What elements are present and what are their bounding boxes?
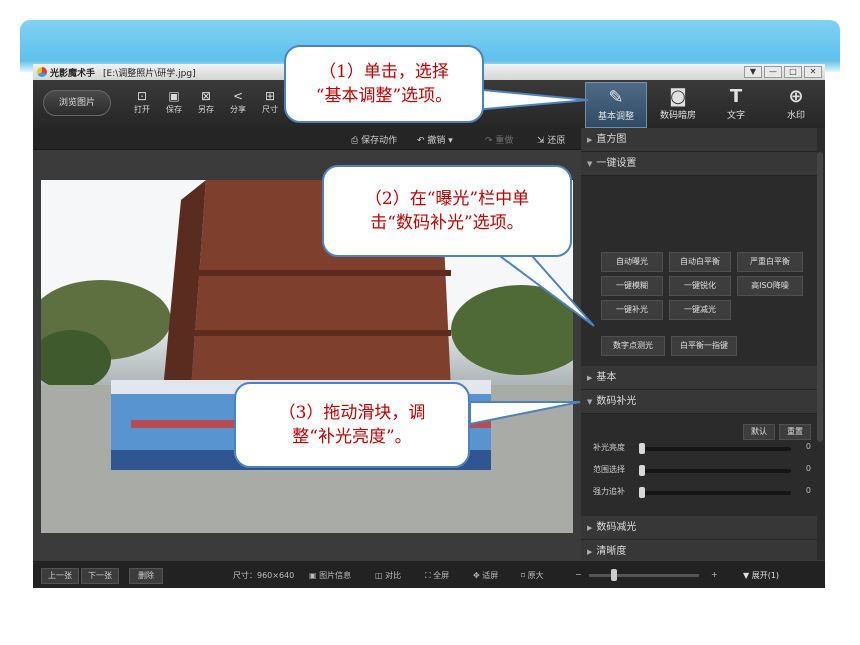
fill-brightness-slider-handle[interactable] xyxy=(639,443,645,454)
tab-watermark[interactable]: ⊕ 水印 xyxy=(765,82,825,128)
minimize-button[interactable]: — xyxy=(764,66,782,78)
white-balance-picker-button[interactable]: 白平衡一指键 xyxy=(671,336,737,356)
info-icon: ▣ xyxy=(309,571,320,580)
close-button[interactable]: ✕ xyxy=(804,66,822,78)
spot-metering-button[interactable]: 数字点测光 xyxy=(601,336,665,356)
photo-editor-window: 光影魔术手 [E:\调整照片\研学.jpg] ▼ — □ ✕ 浏览图片 ⊡ 打开… xyxy=(33,64,825,588)
compare-button[interactable]: ◫ 对比 xyxy=(375,570,401,581)
fill-brightness-track[interactable] xyxy=(639,447,791,451)
section-digital-reduce-light[interactable]: ▶ 数码减光 xyxy=(581,516,817,540)
maximize-button[interactable]: □ xyxy=(784,66,802,78)
one-click-fill-light-button[interactable]: 一键补光 xyxy=(601,300,663,320)
next-image-button[interactable]: 下一张 xyxy=(81,568,119,584)
expand-button[interactable]: ▼ 展开(1) xyxy=(743,570,779,581)
fit-screen-button[interactable]: ✥ 适屏 xyxy=(473,570,498,581)
save-button[interactable]: ▣ 保存 xyxy=(159,88,189,124)
chevron-right-icon: ▶ xyxy=(587,374,593,382)
fullscreen-button[interactable]: ⛶ 全屏 xyxy=(425,570,449,581)
reset-button[interactable]: 重置 xyxy=(779,424,811,440)
default-button[interactable]: 默认 xyxy=(743,424,775,440)
section-histogram[interactable]: ▶ 直方图 xyxy=(581,128,817,152)
undo-button[interactable]: ↶ 撤销 ▾ xyxy=(417,133,453,146)
menu-dropdown-button[interactable]: ▼ xyxy=(744,66,762,78)
callout-step-3: （3）拖动滑块，调 整“补光亮度”。 xyxy=(234,382,470,468)
undo-icon: ↶ xyxy=(417,136,428,146)
delete-button[interactable]: 删除 xyxy=(129,568,163,584)
one-click-blur-button[interactable]: 一键模糊 xyxy=(601,276,663,296)
chevron-down-icon: ▾ xyxy=(445,136,453,146)
chevron-down-icon: ▼ xyxy=(587,160,593,168)
one-click-reduce-light-button[interactable]: 一键减光 xyxy=(669,300,731,320)
section-one-click[interactable]: ▼ 一键设置 xyxy=(581,152,817,176)
redo-icon: ↷ xyxy=(485,136,496,146)
edit-icon: ✎ xyxy=(608,87,624,108)
original-size-button[interactable]: ⌑ 原大 xyxy=(521,570,544,581)
auto-exposure-button[interactable]: 自动曝光 xyxy=(601,252,663,272)
tab-digital-darkroom[interactable]: ◙ 数码暗房 xyxy=(647,82,709,128)
text-icon: T xyxy=(729,86,743,107)
status-bar: 上一张 下一张 删除 尺寸：960×640 ▣ 图片信息 ◫ 对比 ⛶ 全屏 ✥… xyxy=(33,560,825,588)
open-button[interactable]: ⊡ 打开 xyxy=(127,88,157,124)
tab-basic-adjust[interactable]: ✎ 基本调整 xyxy=(585,82,647,128)
restore-button[interactable]: ⇲ 还原 xyxy=(537,133,565,146)
callout-step-2: （2）在“曝光”栏中单 击“数码补光”选项。 xyxy=(322,165,572,257)
open-icon: ⊡ xyxy=(136,89,148,103)
resize-button[interactable]: ⊞ 尺寸 xyxy=(255,88,285,124)
range-select-slider-handle[interactable] xyxy=(639,465,645,476)
fill-brightness-slider-row: 补光亮度 0 xyxy=(593,442,811,454)
adjust-panel: ▶ 直方图 ▼ 一键设置 自动曝光 自动白平衡 严重白平衡 一键模糊 一键锐化 高I… xyxy=(581,128,825,564)
strong-fill-slider-handle[interactable] xyxy=(639,487,645,498)
save-action-button[interactable]: ⎙ 保存动作 xyxy=(351,133,397,146)
window-controls: ▼ — □ ✕ xyxy=(744,66,822,78)
chevron-right-icon: ▶ xyxy=(587,548,593,556)
callout-step-1: （1）单击，选择 “基本调整”选项。 xyxy=(284,45,484,123)
zoom-in-button[interactable]: + xyxy=(711,570,718,579)
image-size: 尺寸：960×640 xyxy=(233,571,295,580)
share-icon: < xyxy=(232,89,244,103)
high-iso-denoise-button[interactable]: 高ISO降噪 xyxy=(737,276,803,296)
save-as-icon: ⊠ xyxy=(200,89,212,103)
camera-icon: ◙ xyxy=(669,86,687,107)
save-action-icon: ⎙ xyxy=(351,136,362,146)
section-basic[interactable]: ▶ 基本 xyxy=(581,366,817,390)
file-path: [E:\调整照片\研学.jpg] xyxy=(103,68,196,79)
redo-button[interactable]: ↷ 重做 xyxy=(485,133,513,146)
chevron-right-icon: ▶ xyxy=(587,524,593,532)
save-icon: ▣ xyxy=(168,89,180,103)
previous-image-button[interactable]: 上一张 xyxy=(41,568,79,584)
auto-white-balance-button[interactable]: 自动白平衡 xyxy=(669,252,731,272)
strong-white-balance-button[interactable]: 严重白平衡 xyxy=(737,252,803,272)
panel-scrollbar[interactable] xyxy=(817,152,823,442)
range-select-track[interactable] xyxy=(639,469,791,473)
watermark-icon: ⊕ xyxy=(788,86,804,107)
restore-icon: ⇲ xyxy=(537,136,548,146)
app-name: 光影魔术手 xyxy=(50,68,96,79)
chevron-down-icon: ▼ xyxy=(587,398,593,406)
compare-icon: ◫ xyxy=(375,571,386,580)
fullscreen-icon: ⛶ xyxy=(425,571,434,580)
browse-images-button[interactable]: 浏览图片 xyxy=(43,90,111,116)
strong-fill-slider-row: 强力追补 0 xyxy=(593,486,811,498)
zoom-slider-track[interactable] xyxy=(589,574,699,577)
resize-icon: ⊞ xyxy=(264,89,276,103)
save-as-button[interactable]: ⊠ 另存 xyxy=(191,88,221,124)
zoom-out-button[interactable]: − xyxy=(575,570,582,579)
image-info-button[interactable]: ▣ 图片信息 xyxy=(309,570,351,581)
original-size-icon: ⌑ xyxy=(521,571,528,580)
zoom-slider-handle[interactable] xyxy=(611,569,617,581)
strong-fill-track[interactable] xyxy=(639,491,791,495)
action-bar: ⎙ 保存动作 ↶ 撤销 ▾ ↷ 重做 ⇲ 还原 xyxy=(33,128,581,150)
one-click-sharpen-button[interactable]: 一键锐化 xyxy=(669,276,731,296)
chevron-right-icon: ▶ xyxy=(587,136,593,144)
app-logo-icon xyxy=(37,67,47,77)
tab-text[interactable]: T 文字 xyxy=(705,82,767,128)
share-button[interactable]: < 分享 xyxy=(223,88,253,124)
range-select-slider-row: 范围选择 0 xyxy=(593,464,811,476)
fit-icon: ✥ xyxy=(473,571,483,580)
section-digital-fill-light[interactable]: ▼ 数码补光 xyxy=(581,390,817,414)
